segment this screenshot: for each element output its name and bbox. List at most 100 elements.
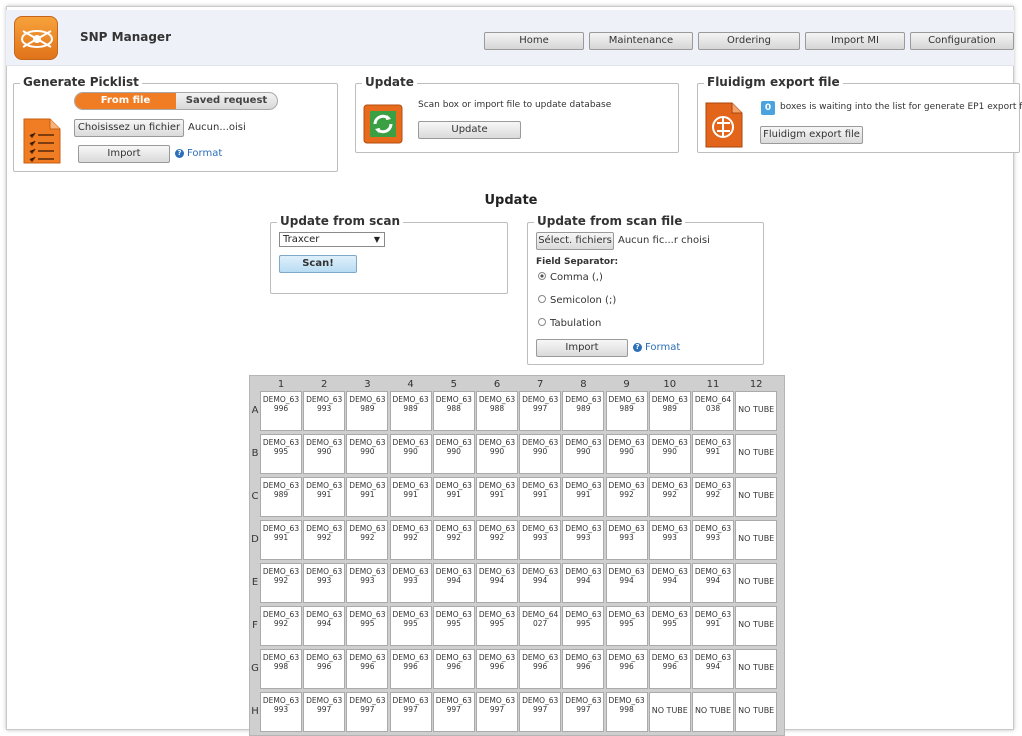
scanner-select[interactable]: Traxcer ▼ xyxy=(279,232,385,247)
plate-well[interactable]: DEMO_63 991 xyxy=(260,520,302,560)
plate-well[interactable]: DEMO_63 990 xyxy=(519,434,562,474)
choose-file-button[interactable]: Choisissez un fichier xyxy=(74,119,184,137)
plate-well[interactable]: DEMO_63 995 xyxy=(389,606,432,646)
plate-well[interactable]: DEMO_63 990 xyxy=(605,434,648,474)
plate-well[interactable]: DEMO_63 993 xyxy=(303,391,346,431)
select-files-button[interactable]: Sélect. fichiers xyxy=(536,232,614,250)
plate-well[interactable]: DEMO_63 990 xyxy=(562,434,605,474)
plate-well[interactable]: DEMO_63 993 xyxy=(346,563,389,603)
scan-file-format-link[interactable]: ? Format xyxy=(633,342,680,353)
plate-well[interactable]: DEMO_63 991 xyxy=(562,477,605,517)
plate-well[interactable]: DEMO_63 996 xyxy=(648,649,691,689)
plate-well[interactable]: NO TUBE xyxy=(735,606,778,646)
plate-well[interactable]: DEMO_63 994 xyxy=(692,649,734,689)
radio-comma[interactable]: Comma (,) xyxy=(538,272,603,283)
plate-well[interactable]: DEMO_63 995 xyxy=(605,606,648,646)
plate-well[interactable]: DEMO_63 991 xyxy=(346,477,389,517)
fluidigm-export-button[interactable]: Fluidigm export file xyxy=(760,126,863,144)
plate-well[interactable]: DEMO_63 997 xyxy=(519,692,562,732)
plate-well[interactable]: DEMO_63 994 xyxy=(562,563,605,603)
plate-well[interactable]: DEMO_63 997 xyxy=(346,692,389,732)
plate-well[interactable]: NO TUBE xyxy=(735,649,778,689)
plate-well[interactable]: DEMO_63 993 xyxy=(692,520,734,560)
plate-well[interactable]: DEMO_63 995 xyxy=(346,606,389,646)
plate-well[interactable]: DEMO_63 995 xyxy=(476,606,518,646)
plate-well[interactable]: DEMO_63 992 xyxy=(260,563,302,603)
plate-well[interactable]: DEMO_63 991 xyxy=(476,477,518,517)
plate-well[interactable]: NO TUBE xyxy=(735,692,778,732)
plate-well[interactable]: NO TUBE xyxy=(735,391,778,431)
scan-file-import-button[interactable]: Import xyxy=(536,339,628,357)
plate-well[interactable]: DEMO_63 994 xyxy=(432,563,475,603)
plate-well[interactable]: DEMO_63 997 xyxy=(432,692,475,732)
plate-well[interactable]: DEMO_63 994 xyxy=(692,563,734,603)
plate-well[interactable]: DEMO_63 997 xyxy=(519,391,562,431)
plate-well[interactable]: NO TUBE xyxy=(735,477,778,517)
plate-well[interactable]: DEMO_63 992 xyxy=(260,606,302,646)
plate-well[interactable]: DEMO_63 989 xyxy=(605,391,648,431)
plate-well[interactable]: NO TUBE xyxy=(692,692,734,732)
plate-well[interactable]: DEMO_63 991 xyxy=(389,477,432,517)
plate-well[interactable]: DEMO_63 994 xyxy=(303,606,346,646)
tab-from-file[interactable]: From file xyxy=(75,93,176,109)
radio-semicolon[interactable]: Semicolon (;) xyxy=(538,295,616,306)
plate-well[interactable]: NO TUBE xyxy=(648,692,691,732)
plate-well[interactable]: DEMO_63 990 xyxy=(346,434,389,474)
tab-saved-request[interactable]: Saved request xyxy=(176,93,277,109)
picklist-format-link[interactable]: ? Format xyxy=(175,148,222,159)
plate-well[interactable]: DEMO_63 991 xyxy=(692,434,734,474)
plate-well[interactable]: DEMO_63 991 xyxy=(692,606,734,646)
plate-well[interactable]: DEMO_63 989 xyxy=(389,391,432,431)
plate-well[interactable]: DEMO_63 993 xyxy=(260,692,302,732)
plate-well[interactable]: DEMO_63 996 xyxy=(346,649,389,689)
plate-well[interactable]: DEMO_63 994 xyxy=(519,563,562,603)
plate-well[interactable]: DEMO_63 997 xyxy=(389,692,432,732)
plate-well[interactable]: DEMO_63 989 xyxy=(648,391,691,431)
plate-well[interactable]: DEMO_63 989 xyxy=(346,391,389,431)
plate-well[interactable]: DEMO_63 992 xyxy=(346,520,389,560)
plate-well[interactable]: DEMO_63 993 xyxy=(648,520,691,560)
plate-well[interactable]: DEMO_63 997 xyxy=(562,692,605,732)
plate-well[interactable]: DEMO_63 988 xyxy=(476,391,518,431)
plate-well[interactable]: DEMO_63 992 xyxy=(303,520,346,560)
picklist-import-button[interactable]: Import xyxy=(78,145,170,163)
plate-well[interactable]: DEMO_63 993 xyxy=(605,520,648,560)
plate-well[interactable]: DEMO_63 992 xyxy=(648,477,691,517)
plate-well[interactable]: DEMO_63 997 xyxy=(476,692,518,732)
plate-well[interactable]: DEMO_64 027 xyxy=(519,606,562,646)
plate-well[interactable]: DEMO_63 996 xyxy=(432,649,475,689)
plate-well[interactable]: DEMO_63 995 xyxy=(648,606,691,646)
plate-well[interactable]: DEMO_63 994 xyxy=(476,563,518,603)
plate-well[interactable]: NO TUBE xyxy=(735,520,778,560)
plate-well[interactable]: DEMO_63 989 xyxy=(562,391,605,431)
plate-well[interactable]: DEMO_63 992 xyxy=(389,520,432,560)
plate-well[interactable]: DEMO_63 993 xyxy=(389,563,432,603)
plate-well[interactable]: DEMO_63 995 xyxy=(260,434,302,474)
plate-well[interactable]: DEMO_63 994 xyxy=(648,563,691,603)
plate-well[interactable]: DEMO_63 990 xyxy=(648,434,691,474)
nav-ordering-button[interactable]: Ordering xyxy=(698,32,800,50)
plate-well[interactable]: DEMO_63 992 xyxy=(692,477,734,517)
plate-well[interactable]: DEMO_63 998 xyxy=(605,692,648,732)
nav-import-mi-button[interactable]: Import MI xyxy=(805,32,905,50)
plate-well[interactable]: DEMO_63 992 xyxy=(605,477,648,517)
update-button[interactable]: Update xyxy=(418,121,521,139)
plate-well[interactable]: DEMO_63 995 xyxy=(562,606,605,646)
plate-well[interactable]: DEMO_63 991 xyxy=(303,477,346,517)
plate-well[interactable]: DEMO_63 993 xyxy=(519,520,562,560)
plate-well[interactable]: DEMO_63 996 xyxy=(562,649,605,689)
plate-well[interactable]: DEMO_63 990 xyxy=(432,434,475,474)
plate-well[interactable]: DEMO_63 995 xyxy=(432,606,475,646)
plate-well[interactable]: DEMO_63 996 xyxy=(303,649,346,689)
plate-well[interactable]: DEMO_63 988 xyxy=(432,391,475,431)
plate-well[interactable]: DEMO_63 989 xyxy=(260,477,302,517)
plate-well[interactable]: DEMO_63 993 xyxy=(303,563,346,603)
plate-well[interactable]: DEMO_63 996 xyxy=(476,649,518,689)
plate-well[interactable]: DEMO_63 997 xyxy=(303,692,346,732)
plate-well[interactable]: DEMO_63 990 xyxy=(303,434,346,474)
plate-well[interactable]: DEMO_63 991 xyxy=(432,477,475,517)
plate-well[interactable]: DEMO_63 990 xyxy=(389,434,432,474)
plate-well[interactable]: DEMO_63 990 xyxy=(476,434,518,474)
plate-well[interactable]: DEMO_63 996 xyxy=(260,391,302,431)
plate-well[interactable]: DEMO_63 991 xyxy=(519,477,562,517)
